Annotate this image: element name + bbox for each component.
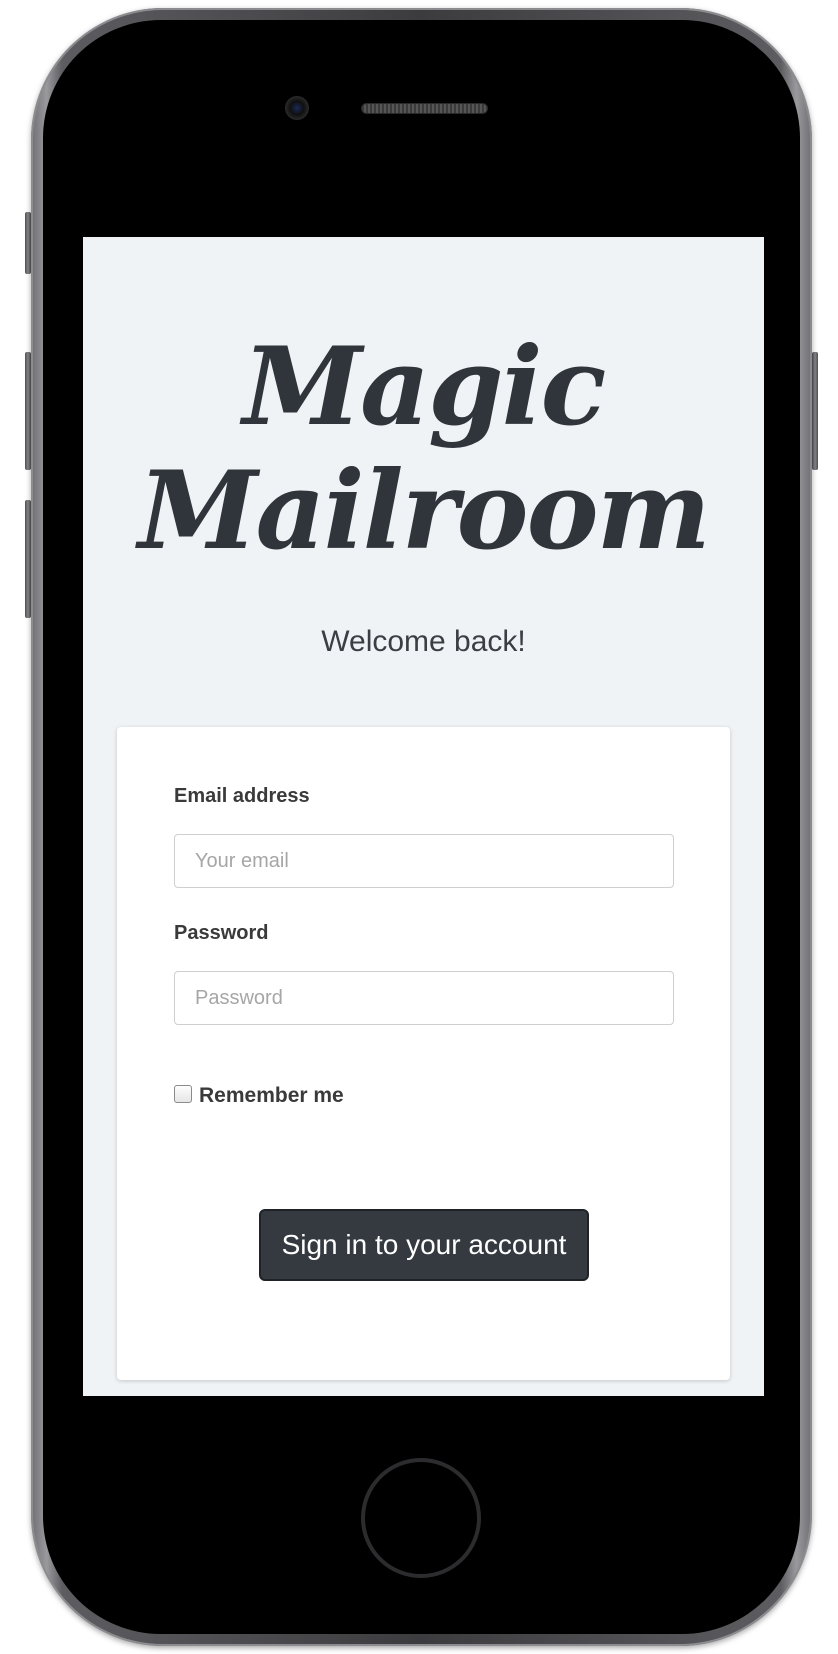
app-screen: Magic Mailroom Welcome back! Email addre… <box>83 237 764 1396</box>
logo-line-1: Magic <box>242 324 607 450</box>
power-button <box>812 352 818 470</box>
remember-me-label[interactable]: Remember me <box>199 1084 344 1108</box>
sign-in-button[interactable]: Sign in to your account <box>259 1209 589 1281</box>
remember-me-row[interactable]: Remember me <box>174 1084 344 1108</box>
email-label: Email address <box>174 785 310 807</box>
home-button-icon[interactable] <box>361 1458 481 1578</box>
logo-line-2: Mailroom <box>138 448 711 574</box>
password-label: Password <box>174 922 269 944</box>
welcome-heading: Welcome back! <box>321 625 526 658</box>
remember-me-checkbox[interactable] <box>174 1085 192 1103</box>
phone-frame: Magic Mailroom Welcome back! Email addre… <box>0 0 838 1654</box>
email-input[interactable] <box>174 834 674 888</box>
front-camera-icon <box>285 96 309 120</box>
screen-status-bar <box>70 198 770 237</box>
earpiece-speaker-icon <box>361 103 488 114</box>
password-input[interactable] <box>174 971 674 1025</box>
app-logo: Magic Mailroom <box>83 325 764 573</box>
login-card: Email address Password Remember me Sign … <box>117 727 730 1380</box>
